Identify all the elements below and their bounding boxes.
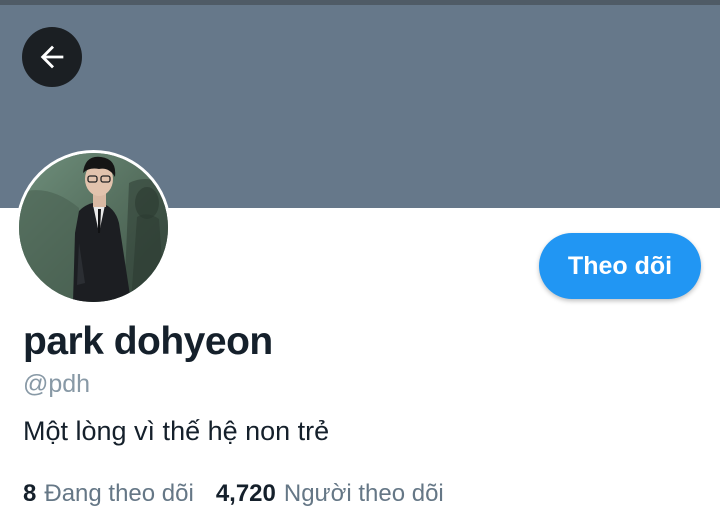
user-handle: @pdh [23,370,91,398]
avatar[interactable] [16,150,171,305]
bio: Một lòng vì thế hệ non trẻ [23,416,330,446]
following-label: Đang theo dõi [44,480,194,507]
avatar-photo [19,153,168,302]
following-count: 8 [23,480,37,507]
following-stat[interactable]: 8 Đang theo dõi [23,480,194,508]
display-name: park dohyeon [23,320,273,363]
followers-label: Người theo dõi [283,480,444,507]
followers-count: 4,720 [215,480,276,507]
arrow-left-icon [40,45,64,69]
followers-stat[interactable]: 4,720 Người theo dõi [216,480,444,508]
profile-stats: 8 Đang theo dõi 4,720 Người theo dõi [23,480,444,508]
follow-button[interactable]: Theo dõi [539,233,701,299]
back-button[interactable] [22,27,82,87]
